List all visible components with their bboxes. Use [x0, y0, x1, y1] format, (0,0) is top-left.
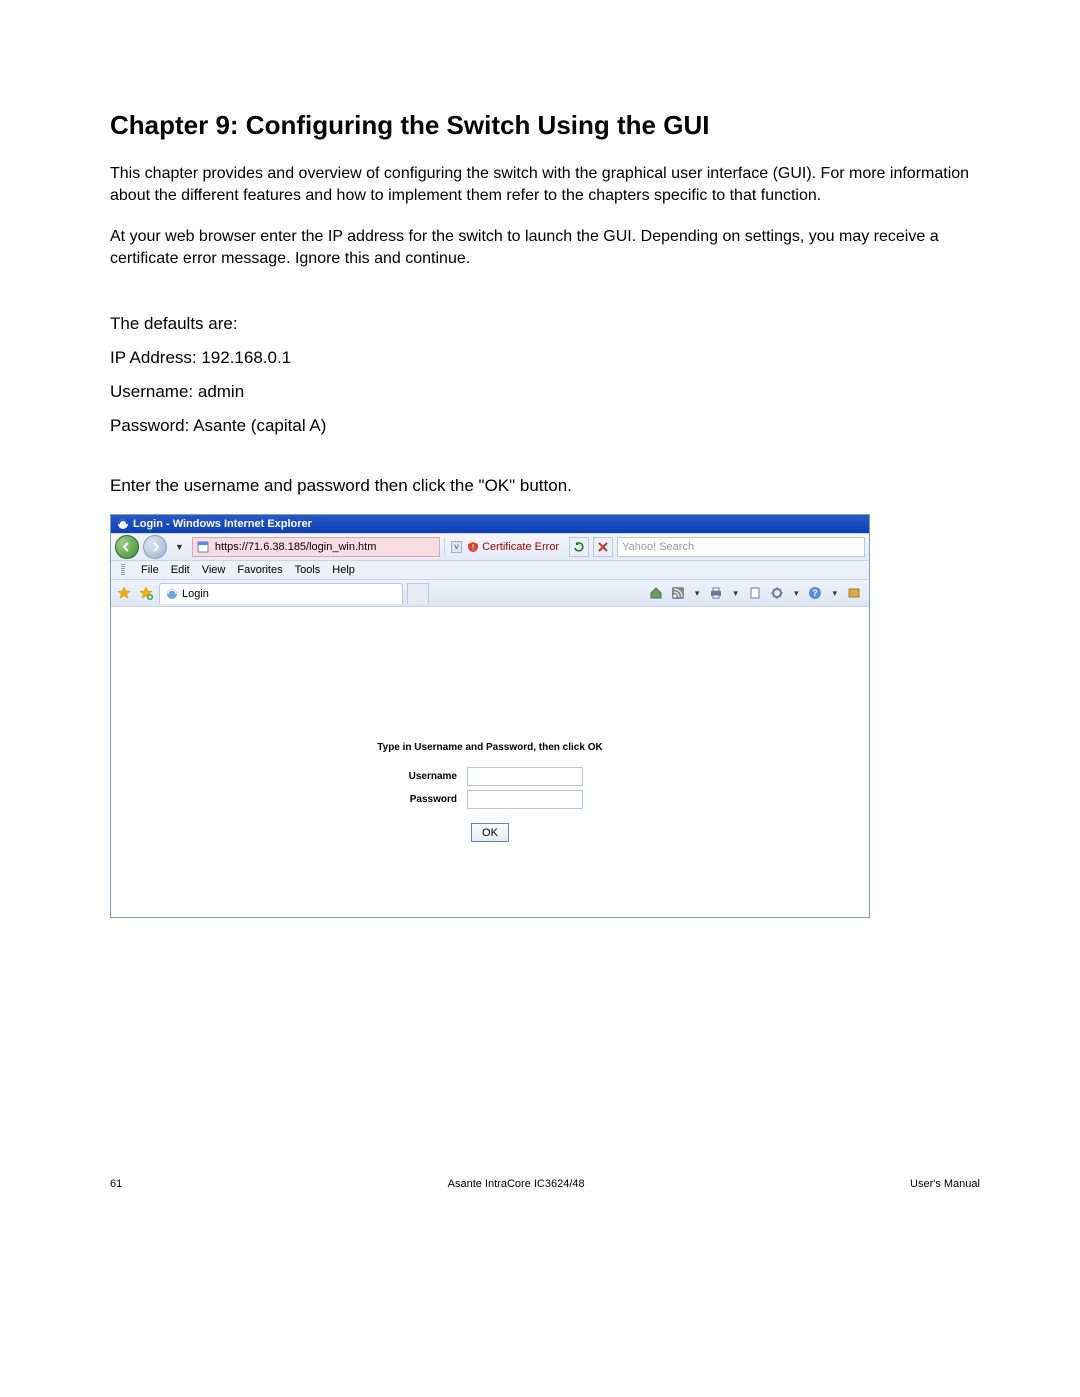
refresh-button[interactable] [569, 537, 589, 557]
research-icon[interactable] [845, 584, 863, 602]
defaults-heading: The defaults are: [110, 314, 980, 334]
feeds-icon[interactable] [669, 584, 687, 602]
footer-center: Asante IntraCore IC3624/48 [448, 1178, 585, 1190]
page-icon [197, 541, 209, 553]
help-dropdown[interactable]: ▾ [828, 588, 841, 599]
menu-file[interactable]: File [141, 564, 159, 576]
tools-dropdown[interactable]: ▾ [790, 588, 803, 599]
window-title-text: Login - Windows Internet Explorer [133, 518, 312, 530]
menu-edit[interactable]: Edit [171, 564, 190, 576]
enter-instruction: Enter the username and password then cli… [110, 476, 980, 496]
username-label: Username [397, 771, 457, 782]
login-prompt: Type in Username and Password, then clic… [377, 742, 602, 753]
login-form: Type in Username and Password, then clic… [377, 742, 602, 842]
menu-favorites[interactable]: Favorites [237, 564, 282, 576]
default-ip: IP Address: 192.168.0.1 [110, 348, 980, 368]
password-input[interactable] [467, 790, 583, 809]
home-icon[interactable] [647, 584, 665, 602]
username-input[interactable] [467, 767, 583, 786]
ie-logo-icon [117, 518, 129, 530]
feeds-dropdown[interactable]: ▾ [691, 588, 704, 599]
menu-view[interactable]: View [202, 564, 226, 576]
intro-paragraph-1: This chapter provides and overview of co… [110, 163, 980, 206]
address-bar[interactable] [192, 537, 440, 557]
ok-button[interactable]: OK [471, 823, 509, 842]
tab-label: Login [182, 588, 209, 600]
back-button[interactable] [115, 535, 139, 559]
menu-tools[interactable]: Tools [295, 564, 321, 576]
window-title-bar: Login - Windows Internet Explorer [111, 515, 869, 533]
default-username: Username: admin [110, 382, 980, 402]
help-icon[interactable]: ? [806, 584, 824, 602]
address-bar-row: ▼ ˅ ! Certificate Error Yahoo! Search [111, 533, 869, 561]
add-favorites-icon[interactable] [137, 584, 155, 602]
browser-tab[interactable]: Login [159, 583, 403, 604]
page-footer: 61 Asante IntraCore IC3624/48 User's Man… [110, 1178, 980, 1190]
menu-help[interactable]: Help [332, 564, 355, 576]
command-bar: ▾ ▾ ▾ ? ▾ [647, 584, 865, 602]
search-box[interactable]: Yahoo! Search [617, 537, 865, 557]
page-content: Type in Username and Password, then clic… [111, 607, 869, 917]
tab-favicon-icon [166, 588, 178, 600]
shield-warning-icon: ! [467, 541, 479, 553]
tools-icon[interactable] [768, 584, 786, 602]
url-dropdown-icon[interactable]: ˅ [451, 541, 462, 553]
forward-button[interactable] [143, 535, 167, 559]
page-number: 61 [110, 1178, 122, 1190]
defaults-block: The defaults are: IP Address: 192.168.0.… [110, 314, 980, 436]
chapter-title: Chapter 9: Configuring the Switch Using … [110, 110, 980, 141]
intro-paragraph-2: At your web browser enter the IP address… [110, 226, 980, 269]
footer-right: User's Manual [910, 1178, 980, 1190]
password-label: Password [397, 794, 457, 805]
svg-text:?: ? [813, 588, 819, 598]
search-placeholder: Yahoo! Search [622, 541, 694, 553]
tab-bar: Login ▾ ▾ ▾ ? ▾ [111, 580, 869, 607]
stop-button[interactable] [593, 537, 613, 557]
favorites-star-icon[interactable] [115, 584, 133, 602]
certificate-error-badge[interactable]: ˅ ! Certificate Error [444, 538, 565, 556]
default-password: Password: Asante (capital A) [110, 416, 980, 436]
cert-error-text: Certificate Error [482, 541, 559, 553]
print-icon[interactable] [707, 584, 725, 602]
ie-window: Login - Windows Internet Explorer ▼ ˅ ! … [110, 514, 870, 918]
page-icon[interactable] [746, 584, 764, 602]
nav-history-dropdown[interactable]: ▼ [171, 542, 188, 552]
svg-text:!: ! [472, 543, 474, 552]
menu-bar: File Edit View Favorites Tools Help [111, 561, 869, 580]
new-tab-button[interactable] [407, 583, 429, 604]
url-input[interactable] [213, 540, 435, 554]
toolbar-grip-icon [121, 564, 125, 576]
print-dropdown[interactable]: ▾ [729, 588, 742, 599]
